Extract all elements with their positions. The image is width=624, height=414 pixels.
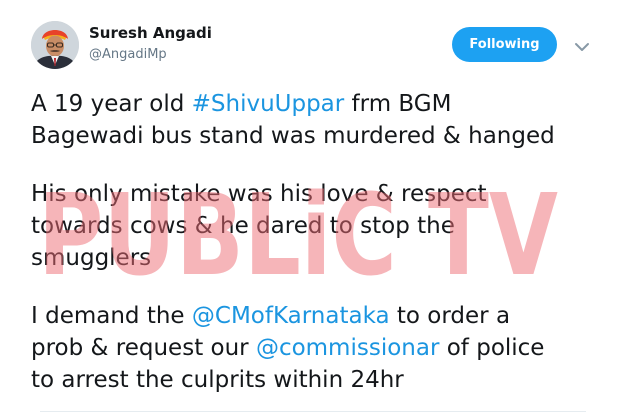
following-button[interactable]: Following bbox=[452, 27, 557, 62]
tweet-line: prob & request our @commissionar of poli… bbox=[31, 332, 611, 364]
tweet-line: smugglers bbox=[31, 245, 152, 271]
tweet-text: A 19 year old #ShivuUppar frm BGM Bagewa… bbox=[31, 88, 611, 396]
tweet-line: A 19 year old #ShivuUppar frm BGM bbox=[31, 88, 611, 120]
user-name[interactable]: Suresh Angadi bbox=[89, 24, 212, 42]
avatar-image bbox=[31, 21, 79, 69]
text-segment: frm BGM bbox=[344, 91, 452, 117]
user-handle[interactable]: @AngadiMp bbox=[89, 47, 167, 62]
text-segment: of police bbox=[439, 335, 545, 361]
text-segment: to order a bbox=[389, 303, 511, 329]
tweet-line: I demand the @CMofKarnataka to order a bbox=[31, 300, 611, 332]
avatar[interactable] bbox=[31, 21, 79, 69]
tweet-line: Bagewadi bus stand was murdered & hanged bbox=[31, 123, 555, 149]
mention-link[interactable]: @CMofKarnataka bbox=[192, 303, 390, 329]
text-segment: A 19 year old bbox=[31, 91, 192, 117]
mention-link[interactable]: @commissionar bbox=[256, 335, 439, 361]
text-segment: I demand the bbox=[31, 303, 192, 329]
tweet-line: His only mistake was his love & respect bbox=[31, 181, 487, 207]
chevron-down-icon[interactable] bbox=[574, 38, 590, 51]
tweet-card: Suresh Angadi @AngadiMp Following A 19 y… bbox=[0, 0, 624, 414]
divider bbox=[40, 411, 586, 412]
tweet-line: to arrest the culprits within 24hr bbox=[31, 367, 404, 393]
tweet-line: towards cows & he dared to stop the bbox=[31, 213, 455, 239]
text-segment: prob & request our bbox=[31, 335, 256, 361]
hashtag-link[interactable]: #ShivuUppar bbox=[192, 91, 345, 117]
